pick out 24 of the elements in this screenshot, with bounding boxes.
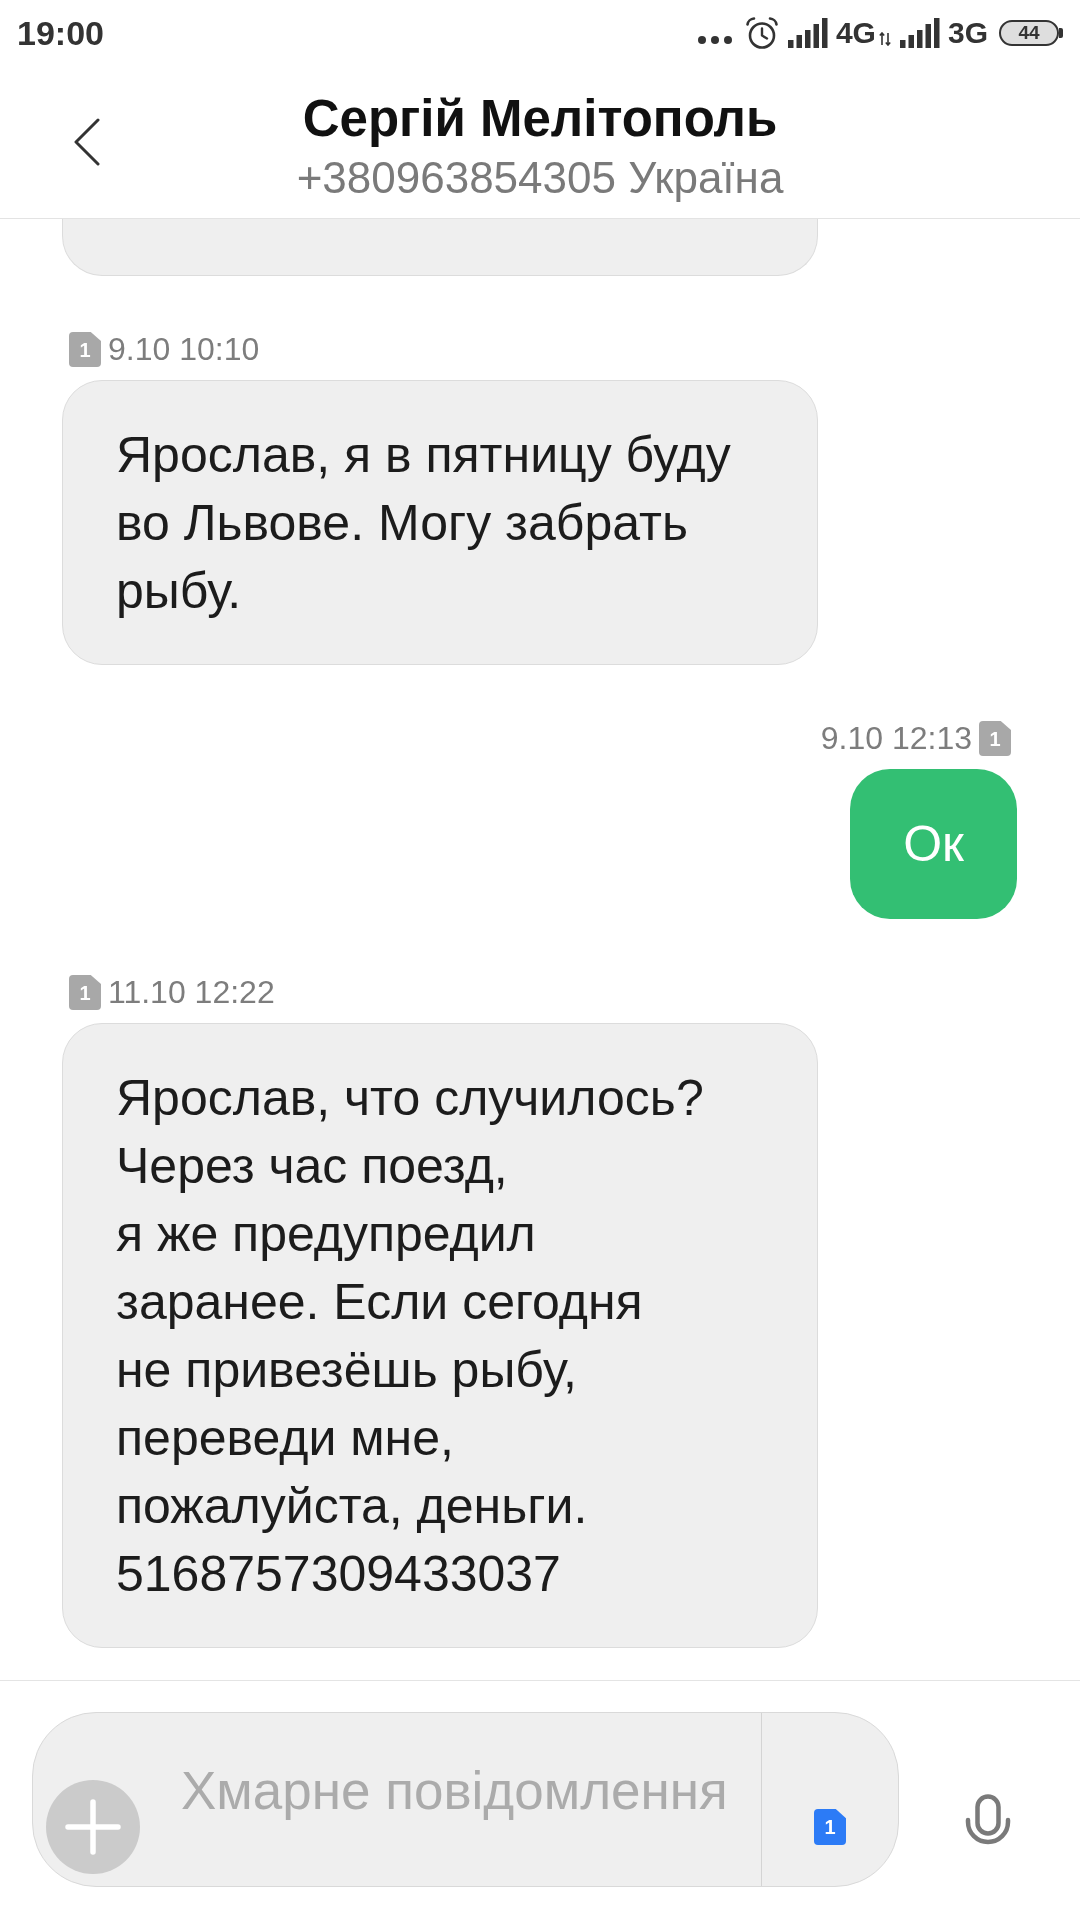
sim-number-label: 1 bbox=[979, 721, 1011, 756]
message-composer-field[interactable]: Хмарне повідомлення 1 bbox=[32, 1712, 899, 1887]
message-bubble: Ярослав, я в пятницу буду во Львове. Могу забрать рыбу. bbox=[62, 380, 818, 665]
sim-select-button[interactable]: 1 bbox=[814, 1809, 846, 1845]
message-bubble: Ярослав, что случилось? Через час поезд, я же предупредил заранее. Если сегодня не привезёшь рыбу, переведи мне, пожалуйста, деньги. 5168757309433037 bbox=[62, 1023, 818, 1648]
alarm-clock-icon bbox=[744, 15, 779, 50]
message-time: 9.10 10:10 bbox=[108, 332, 260, 367]
signal-strength-icon bbox=[787, 17, 829, 48]
message-bubble: Ок bbox=[850, 769, 1017, 919]
signal-strength-icon bbox=[899, 17, 941, 48]
message-time: 9.10 12:13 bbox=[820, 721, 972, 756]
overflow-dots-icon bbox=[697, 35, 732, 44]
battery-indicator: 44 bbox=[999, 19, 1063, 46]
plus-icon bbox=[65, 1799, 121, 1855]
sim-number-label: 1 bbox=[69, 332, 101, 367]
message-input[interactable]: Хмарне повідомлення bbox=[166, 1761, 758, 1853]
network-type-label: 4G bbox=[835, 17, 876, 48]
status-time: 19:00 bbox=[17, 15, 104, 50]
back-icon bbox=[74, 117, 100, 166]
sim-number-label: 1 bbox=[69, 975, 101, 1010]
contact-name: Сергій Мелітополь bbox=[301, 90, 779, 148]
message-time: 11.10 12:22 bbox=[108, 975, 275, 1010]
network-type-label: 3G bbox=[947, 17, 988, 48]
contact-phone: +380963854305 Україна bbox=[296, 153, 784, 203]
